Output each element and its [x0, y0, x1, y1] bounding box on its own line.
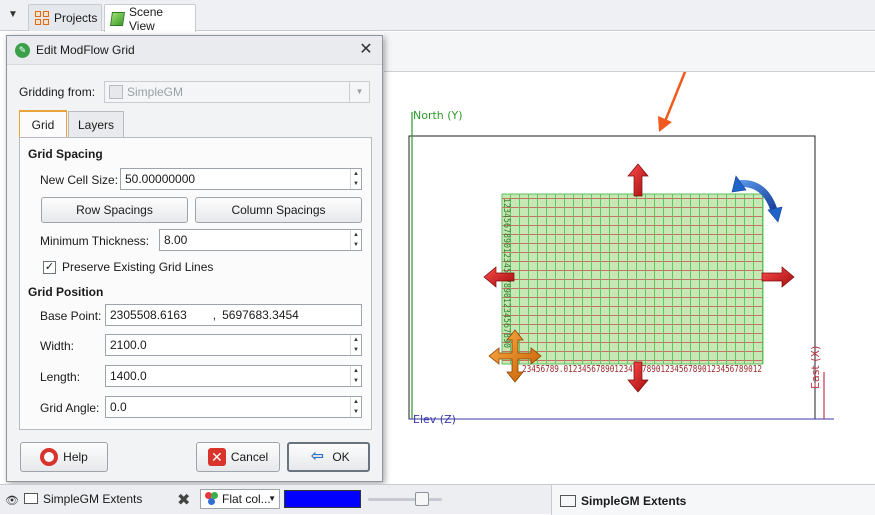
extents-object-icon	[560, 495, 576, 507]
base-point-x-value: 2305508.6163	[110, 308, 187, 322]
rotate-arrow-head-b	[767, 206, 783, 223]
grid-angle-value: 0.0	[110, 400, 127, 414]
move-north-arrow-icon[interactable]	[627, 163, 649, 197]
length-input[interactable]: 1400.0 ▲ ▼	[105, 365, 362, 387]
gridding-from-value: SimpleGM	[127, 85, 184, 99]
minimum-thickness-label: Minimum Thickness:	[40, 234, 150, 248]
move-east-arrow-icon[interactable]	[761, 266, 795, 288]
column-spacings-button[interactable]: Column Spacings	[195, 197, 362, 223]
projects-icon	[35, 11, 49, 25]
color-swatch[interactable]	[284, 490, 361, 508]
tab-grid[interactable]: Grid	[19, 110, 67, 138]
color-mode-icon	[205, 492, 219, 506]
transparency-slider-track[interactable]	[368, 498, 442, 501]
dialog-title-bar[interactable]: ✎ Edit ModFlow Grid ✕	[7, 36, 382, 65]
properties-panel-header: SimpleGM Extents	[551, 485, 875, 515]
new-cell-size-input[interactable]: 50.00000000 ▲ ▼	[120, 168, 362, 190]
extents-object-icon	[24, 493, 38, 504]
grid-angle-label: Grid Angle:	[40, 401, 100, 415]
new-cell-size-stepper[interactable]: ▲ ▼	[350, 169, 361, 189]
tab-scene-view-label: Scene View	[129, 4, 164, 33]
tab-layers-label: Layers	[77, 117, 115, 132]
ok-label: OK	[332, 450, 350, 464]
remove-object-icon[interactable]: ✖	[177, 490, 190, 510]
width-value: 2100.0	[110, 338, 147, 352]
preserve-grid-lines-label: Preserve Existing Grid Lines	[62, 260, 214, 274]
base-point-separator: ,	[212, 308, 217, 322]
scene-toolbar	[384, 32, 875, 72]
base-point-input[interactable]: 2305508.6163 , 5697683.3454	[105, 304, 362, 326]
edit-modflow-grid-dialog: ✎ Edit ModFlow Grid ✕ Gridding from: Sim…	[6, 35, 383, 482]
ok-button[interactable]: ⇦ OK	[287, 442, 370, 472]
gridding-from-label: Gridding from:	[19, 85, 96, 99]
tab-scene-view[interactable]: Scene View	[104, 4, 196, 33]
leapfrog-app-icon: ✎	[15, 42, 30, 58]
column-spacings-label: Column Spacings	[231, 203, 326, 217]
preserve-grid-lines-checkbox[interactable]: ✓	[43, 261, 56, 274]
scene-drawing[interactable]: 23456789.0123456789012345678901234567890…	[384, 72, 875, 484]
help-button[interactable]: Help	[20, 442, 108, 472]
color-mode-select[interactable]: Flat col... ▼	[200, 489, 280, 509]
minimum-thickness-stepper[interactable]: ▲ ▼	[350, 230, 361, 250]
cancel-x-icon: ✕	[207, 448, 226, 466]
length-label: Length:	[40, 370, 81, 384]
width-stepper[interactable]: ▲ ▼	[350, 335, 361, 355]
tab-projects-label: Projects	[54, 11, 98, 25]
callout-arrow-line	[662, 72, 687, 125]
north-axis-label: North (Y)	[413, 109, 463, 122]
minimum-thickness-value: 8.00	[164, 233, 188, 247]
grid-tab-panel: Grid Spacing New Cell Size: 50.00000000 …	[19, 137, 372, 430]
width-label: Width:	[40, 339, 75, 353]
help-label: Help	[63, 450, 88, 464]
grid-spacing-heading: Grid Spacing	[28, 147, 103, 161]
view-tab-bar: ▼ Projects Scene View	[0, 0, 875, 33]
length-stepper[interactable]: ▲ ▼	[350, 366, 361, 386]
elev-axis-label: Elev (Z)	[413, 413, 456, 426]
tab-list-dropdown-icon[interactable]: ▼	[6, 8, 20, 22]
gridding-from-select: SimpleGM ▼	[104, 81, 370, 103]
east-axis-label: East (X)	[809, 345, 822, 389]
scene-view-canvas[interactable]: 23456789.0123456789012345678901234567890…	[384, 72, 875, 484]
length-value: 1400.0	[110, 369, 147, 383]
color-mode-value: Flat col...	[222, 492, 271, 506]
enter-arrow-icon: ⇦	[310, 448, 325, 465]
cancel-button[interactable]: ✕ Cancel	[196, 442, 280, 472]
new-cell-size-value: 50.00000000	[125, 172, 196, 186]
chevron-down-icon: ▼	[349, 82, 369, 102]
grid-angle-input[interactable]: 0.0 ▲ ▼	[105, 396, 362, 418]
row-spacings-button[interactable]: Row Spacings	[41, 197, 188, 223]
width-input[interactable]: 2100.0 ▲ ▼	[105, 334, 362, 356]
visibility-eye-icon[interactable]: 👁	[5, 494, 19, 507]
row-spacings-label: Row Spacings	[76, 203, 153, 217]
minimum-thickness-input[interactable]: 8.00 ▲ ▼	[159, 229, 362, 251]
lifebuoy-icon	[40, 448, 59, 466]
tab-layers[interactable]: Layers	[68, 111, 124, 137]
base-point-label: Base Point:	[40, 309, 102, 323]
shown-object-label[interactable]: SimpleGM Extents	[43, 492, 142, 506]
base-point-y-value: 5697683.3454	[222, 308, 299, 322]
close-icon[interactable]: ✕	[357, 41, 375, 59]
model-icon	[109, 85, 123, 99]
grid-angle-stepper[interactable]: ▲ ▼	[350, 397, 361, 417]
transparency-slider-handle[interactable]	[415, 492, 429, 506]
grid-position-heading: Grid Position	[28, 285, 104, 299]
properties-panel-title: SimpleGM Extents	[581, 494, 687, 508]
dialog-title: Edit ModFlow Grid	[36, 43, 135, 57]
tab-grid-label: Grid	[31, 118, 55, 132]
chevron-down-icon: ▼	[268, 494, 276, 503]
cancel-label: Cancel	[230, 450, 269, 464]
new-cell-size-label: New Cell Size:	[40, 173, 119, 187]
modflow-grid[interactable]	[501, 193, 764, 365]
scene-view-cube-icon	[110, 11, 125, 26]
shown-objects-bar: 👁 SimpleGM Extents ✖ Flat col... ▼ Simpl…	[0, 484, 875, 515]
tab-projects[interactable]: Projects	[28, 4, 102, 31]
